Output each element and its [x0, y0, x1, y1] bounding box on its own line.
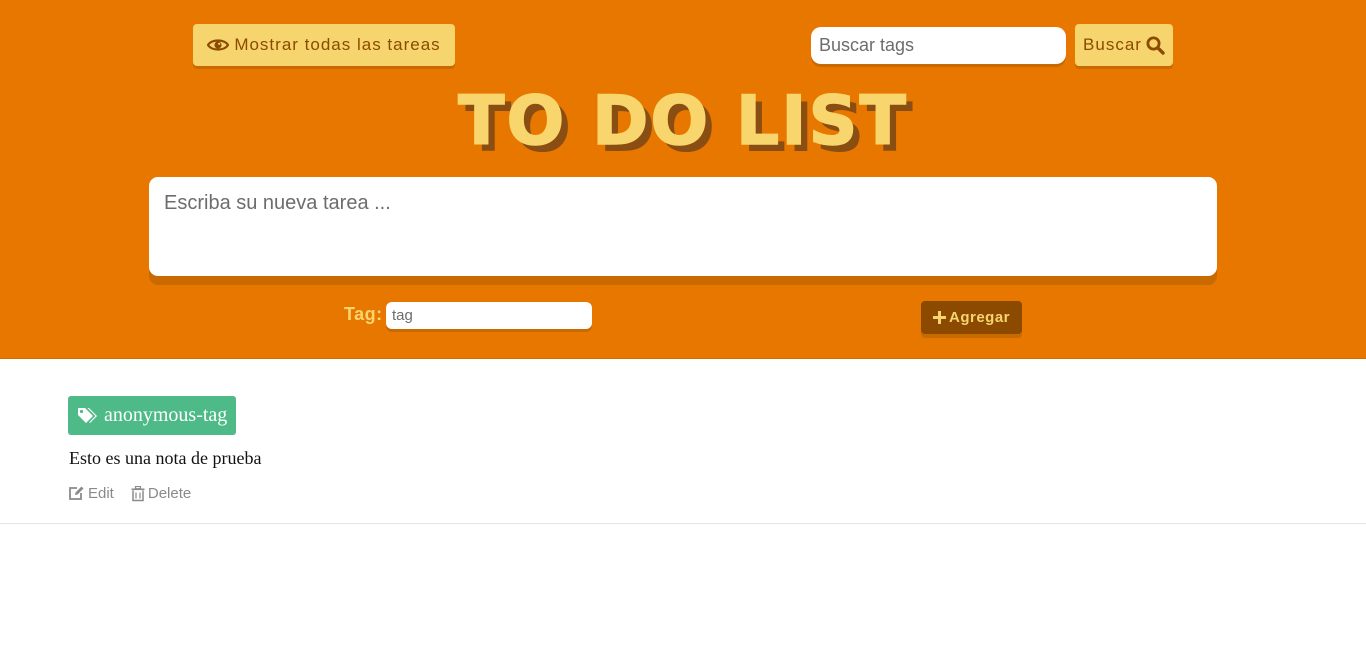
edit-button[interactable]: Edit [68, 485, 114, 502]
tag-badge-label: anonymous-tag [104, 404, 228, 426]
tags-icon [77, 407, 99, 425]
edit-label: Edit [88, 485, 114, 502]
search-button-label: Buscar [1083, 35, 1142, 54]
search-tags-input[interactable] [811, 27, 1066, 64]
search-button[interactable]: Buscar [1075, 24, 1173, 66]
trash-icon [131, 485, 145, 502]
note-text: Esto es una nota de prueba [69, 448, 262, 468]
page-title: TO DO LIST [457, 81, 908, 162]
list-item: anonymous-tag Esto es una nota de prueba… [0, 360, 1366, 524]
add-task-label: Agregar [948, 309, 1011, 326]
edit-icon [68, 486, 85, 501]
tag-badge[interactable]: anonymous-tag [68, 396, 237, 435]
tag-label: Tag: [344, 304, 383, 324]
tag-input[interactable] [386, 302, 592, 329]
show-all-tasks-button[interactable]: Mostrar todas las tareas [193, 24, 455, 66]
plus-icon [932, 311, 946, 324]
show-all-tasks-label: Mostrar todas las tareas [234, 35, 441, 54]
search-icon [1146, 36, 1165, 55]
add-task-button[interactable]: Agregar [921, 301, 1022, 334]
header: Mostrar todas las tareas Buscar TO DO LI… [0, 0, 1366, 359]
eye-icon [207, 37, 230, 53]
delete-button[interactable]: Delete [131, 485, 191, 502]
note-actions: Edit Delete [68, 485, 191, 502]
new-task-input[interactable] [149, 177, 1217, 276]
delete-label: Delete [147, 485, 192, 502]
